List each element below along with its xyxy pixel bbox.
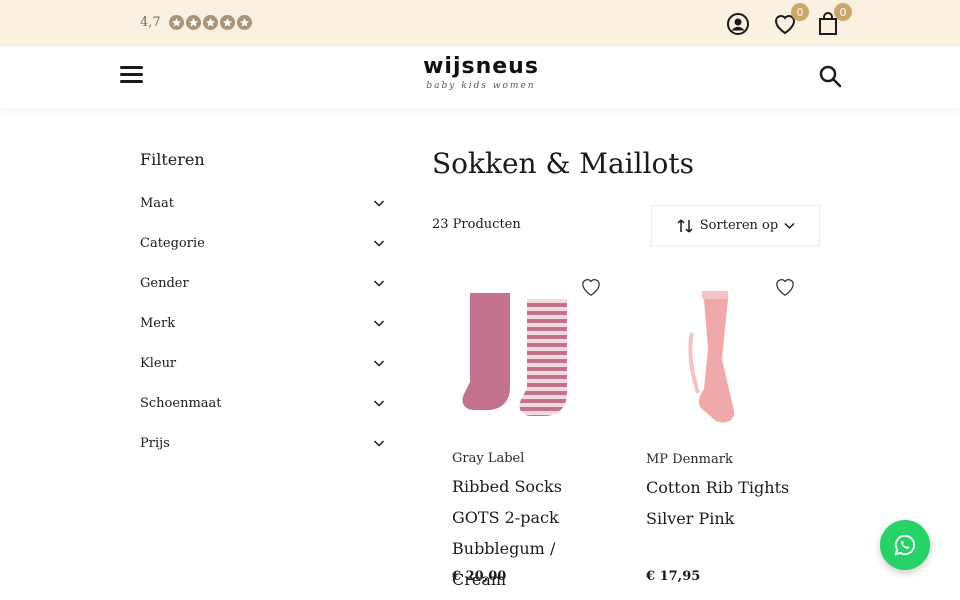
product-card[interactable]: Gray Label Ribbed Socks GOTS 2-pack Bubb… — [432, 273, 606, 589]
hamburger-menu-icon[interactable] — [120, 66, 144, 86]
filter-prijs[interactable]: Prijs — [140, 423, 385, 463]
filter-sidebar: Filteren Maat Categorie Gender Merk Kleur Sch… — [140, 150, 385, 463]
filter-merk[interactable]: Merk — [140, 303, 385, 343]
store-rating[interactable]: 4,7 — [140, 15, 252, 30]
filter-label: Schoenmaat — [140, 395, 222, 411]
rating-value: 4,7 — [140, 15, 161, 30]
sort-dropdown[interactable]: Sorteren op — [651, 205, 820, 246]
chevron-down-icon — [784, 222, 795, 229]
pink-striped-socks-image — [462, 293, 567, 416]
filters-title: Filteren — [140, 150, 205, 169]
wishlist-count-badge: 0 — [791, 3, 809, 21]
product-image-link[interactable] — [432, 273, 606, 443]
filter-kleur[interactable]: Kleur — [140, 343, 385, 383]
filter-gender[interactable]: Gender — [140, 263, 385, 303]
rating-stars — [168, 15, 252, 30]
filter-categorie[interactable]: Categorie — [140, 223, 385, 263]
filter-label: Maat — [140, 195, 175, 211]
star-icon — [236, 15, 252, 30]
pink-tights-image — [688, 291, 735, 423]
chevron-down-icon — [373, 240, 385, 247]
filter-label: Kleur — [140, 355, 177, 371]
filter-label: Prijs — [140, 435, 170, 451]
chevron-down-icon — [373, 200, 385, 207]
sort-label: Sorteren op — [699, 218, 779, 233]
product-name[interactable]: Cotton Rib Tights Silver Pink — [646, 472, 796, 534]
logo-text: wijsneus — [423, 54, 539, 79]
product-count: 23 Producten — [432, 217, 521, 232]
logo-tagline: baby kids women — [426, 81, 536, 91]
star-icon — [202, 15, 218, 30]
cart-count-badge: 0 — [834, 3, 852, 21]
product-price: € 20,00 — [452, 569, 507, 584]
wishlist-heart-icon[interactable] — [774, 277, 796, 297]
search-icon — [819, 65, 842, 88]
product-listing: Sokken & Maillots 23 Producten Sorteren … — [432, 145, 822, 589]
star-icon — [185, 15, 201, 30]
sort-arrows-icon — [677, 218, 693, 233]
page-title: Sokken & Maillots — [432, 147, 695, 180]
cart-button[interactable]: 0 — [814, 3, 852, 38]
account-button[interactable] — [724, 10, 752, 38]
filter-maat[interactable]: Maat — [140, 183, 385, 223]
filter-label: Merk — [140, 315, 176, 331]
star-icon — [168, 15, 184, 30]
filter-list: Maat Categorie Gender Merk Kleur Schoenmaat Pr… — [140, 183, 385, 463]
search-button[interactable] — [818, 64, 842, 88]
filter-label: Gender — [140, 275, 189, 291]
user-circle-icon — [727, 13, 749, 35]
main-header: wijsneus baby kids women — [0, 46, 960, 108]
chevron-down-icon — [373, 280, 385, 287]
site-logo[interactable]: wijsneus baby kids women — [422, 54, 540, 98]
wishlist-button[interactable]: 0 — [771, 3, 809, 38]
listing-toolbar: 23 Producten Sorteren op — [432, 205, 822, 247]
product-brand: Gray Label — [452, 451, 525, 466]
filter-schoenmaat[interactable]: Schoenmaat — [140, 383, 385, 423]
chevron-down-icon — [373, 440, 385, 447]
product-price: € 17,95 — [646, 569, 701, 584]
top-bar: 4,7 0 0 — [0, 0, 960, 46]
wishlist-heart-icon[interactable] — [580, 277, 602, 297]
filter-label: Categorie — [140, 235, 205, 251]
chevron-down-icon — [373, 400, 385, 407]
product-brand: MP Denmark — [646, 452, 733, 467]
product-card[interactable]: MP Denmark Cotton Rib Tights Silver Pink… — [626, 273, 800, 584]
whatsapp-icon — [894, 534, 916, 556]
star-icon — [219, 15, 235, 30]
chevron-down-icon — [373, 360, 385, 367]
chevron-down-icon — [373, 320, 385, 327]
product-image-link[interactable] — [626, 273, 800, 443]
whatsapp-chat-button[interactable] — [880, 520, 930, 570]
